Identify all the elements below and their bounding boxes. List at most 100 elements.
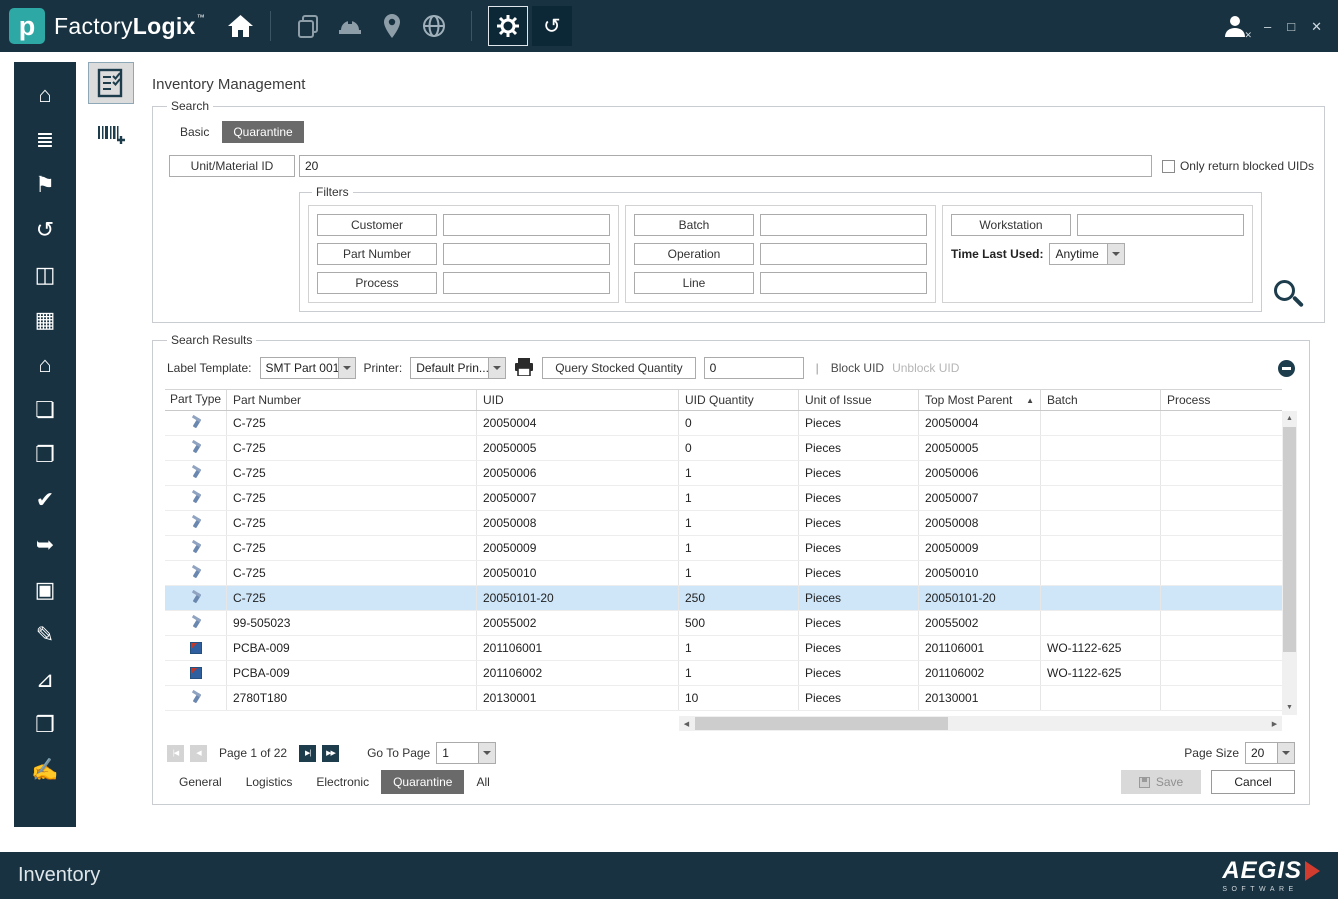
sidebar-item-home[interactable]: ⌂: [14, 72, 76, 117]
globe-icon[interactable]: [413, 5, 455, 47]
minimize-button[interactable]: –: [1264, 20, 1271, 33]
tab-basic[interactable]: Basic: [169, 121, 220, 143]
sidebar-item-documents[interactable]: ❏: [14, 387, 76, 432]
workstation-filter-button[interactable]: Workstation: [951, 214, 1071, 236]
label-template-select[interactable]: SMT Part 001: [260, 357, 356, 379]
scroll-left-icon[interactable]: ◀: [679, 716, 694, 731]
unblock-uid-button[interactable]: Unblock UID: [892, 361, 959, 375]
sidebar-item-workstations[interactable]: ◫: [14, 252, 76, 297]
page-size-select[interactable]: 20: [1245, 742, 1295, 764]
next-page-button[interactable]: ▶|: [299, 745, 316, 762]
column-header-uid-quantity[interactable]: UID Quantity: [679, 390, 799, 410]
column-header-process[interactable]: Process: [1161, 390, 1282, 410]
workstation-filter-input[interactable]: [1077, 214, 1244, 236]
tab-all[interactable]: All: [464, 770, 501, 794]
sidebar-item-data-query[interactable]: ▦: [14, 297, 76, 342]
close-button[interactable]: ✕: [1311, 20, 1322, 33]
save-button[interactable]: Save: [1121, 770, 1201, 794]
vertical-scrollbar[interactable]: ▲ ▼: [1282, 411, 1297, 715]
sidebar-item-copy[interactable]: ❐: [14, 432, 76, 477]
sidebar-item-production[interactable]: ↺: [14, 207, 76, 252]
only-blocked-checkbox[interactable]: Only return blocked UIDs: [1162, 159, 1314, 173]
last-page-button[interactable]: ▶▶: [322, 745, 339, 762]
column-header-top-most-parent[interactable]: Top Most Parent▲: [919, 390, 1041, 410]
scroll-up-icon[interactable]: ▲: [1282, 411, 1297, 426]
line-filter-button[interactable]: Line: [634, 272, 754, 294]
part-number-filter-input[interactable]: [443, 243, 610, 265]
tab-general[interactable]: General: [167, 770, 234, 794]
horizontal-scrollbar[interactable]: ◀ ▶: [679, 716, 1282, 731]
inventory-list-icon[interactable]: [88, 62, 134, 104]
table-row[interactable]: C-725 20050101-20 250 Pieces 20050101-20: [165, 586, 1282, 611]
user-logout-icon[interactable]: ✕: [1222, 13, 1248, 39]
maximize-button[interactable]: □: [1287, 20, 1295, 33]
column-header-part-type[interactable]: Part Type: [165, 390, 227, 410]
table-row[interactable]: C-725 20050008 1 Pieces 20050008: [165, 511, 1282, 536]
sidebar-item-edit-docs[interactable]: ✎: [14, 612, 76, 657]
column-header-uid[interactable]: UID: [477, 390, 679, 410]
table-row[interactable]: 2780T180 20130001 10 Pieces 20130001: [165, 686, 1282, 711]
chevron-down-icon[interactable]: [1107, 244, 1124, 264]
table-row[interactable]: 99-505023 20055002 500 Pieces 20055002: [165, 611, 1282, 636]
table-row[interactable]: PCBA-009 201106002 1 Pieces 201106002 WO…: [165, 661, 1282, 686]
unit-material-id-input[interactable]: [299, 155, 1152, 177]
sidebar-item-planning[interactable]: ⚑: [14, 162, 76, 207]
operation-filter-input[interactable]: [760, 243, 927, 265]
stocked-quantity-input[interactable]: [704, 357, 804, 379]
previous-page-button[interactable]: ◀: [190, 745, 207, 762]
column-header-part-number[interactable]: Part Number: [227, 390, 477, 410]
history-restore-icon[interactable]: ↺: [532, 6, 572, 46]
sidebar-item-records[interactable]: ▣: [14, 567, 76, 612]
vertical-scroll-thumb[interactable]: [1283, 427, 1296, 652]
home-icon[interactable]: [227, 14, 254, 38]
chevron-down-icon[interactable]: [1277, 743, 1294, 763]
barcode-add-icon[interactable]: [88, 114, 134, 156]
table-row[interactable]: C-725 20050010 1 Pieces 20050010: [165, 561, 1282, 586]
printer-select[interactable]: Default Prin...: [410, 357, 506, 379]
process-filter-input[interactable]: [443, 272, 610, 294]
tab-logistics[interactable]: Logistics: [234, 770, 305, 794]
block-uid-button[interactable]: Block UID: [831, 361, 884, 375]
table-row[interactable]: PCBA-009 201106001 1 Pieces 201106001 WO…: [165, 636, 1282, 661]
scroll-right-icon[interactable]: ▶: [1267, 716, 1282, 731]
sidebar-item-user-tasks[interactable]: ✍: [14, 747, 76, 792]
table-row[interactable]: C-725 20050004 0 Pieces 20050004: [165, 411, 1282, 436]
process-filter-button[interactable]: Process: [317, 272, 437, 294]
customer-filter-input[interactable]: [443, 214, 610, 236]
sidebar-item-quality[interactable]: ✔: [14, 477, 76, 522]
table-row[interactable]: C-725 20050009 1 Pieces 20050009: [165, 536, 1282, 561]
cancel-button[interactable]: Cancel: [1211, 770, 1295, 794]
column-header-batch[interactable]: Batch: [1041, 390, 1161, 410]
tab-quarantine[interactable]: Quarantine: [222, 121, 303, 143]
chevron-down-icon[interactable]: [478, 743, 495, 763]
search-button[interactable]: [1274, 272, 1310, 308]
minus-circle-icon[interactable]: [1278, 360, 1295, 377]
time-last-used-select[interactable]: Anytime: [1049, 243, 1125, 265]
sidebar-item-transfer[interactable]: ➥: [14, 522, 76, 567]
customer-filter-button[interactable]: Customer: [317, 214, 437, 236]
sidebar-item-materials[interactable]: ≣: [14, 117, 76, 162]
first-page-button[interactable]: |◀: [167, 745, 184, 762]
column-header-unit-of-issue[interactable]: Unit of Issue: [799, 390, 919, 410]
batch-filter-button[interactable]: Batch: [634, 214, 754, 236]
goto-page-select[interactable]: 1: [436, 742, 496, 764]
table-row[interactable]: C-725 20050007 1 Pieces 20050007: [165, 486, 1282, 511]
part-number-filter-button[interactable]: Part Number: [317, 243, 437, 265]
tab-electronic[interactable]: Electronic: [304, 770, 381, 794]
documents-copy-icon[interactable]: [287, 5, 329, 47]
batch-filter-input[interactable]: [760, 214, 927, 236]
table-row[interactable]: C-725 20050005 0 Pieces 20050005: [165, 436, 1282, 461]
sidebar-item-design[interactable]: ⊿: [14, 657, 76, 702]
tab-quarantine-bottom[interactable]: Quarantine: [381, 770, 464, 794]
sidebar-item-warehouse[interactable]: ⌂: [14, 342, 76, 387]
line-filter-input[interactable]: [760, 272, 927, 294]
checkbox-box-icon[interactable]: [1162, 160, 1175, 173]
operation-filter-button[interactable]: Operation: [634, 243, 754, 265]
scroll-down-icon[interactable]: ▼: [1282, 700, 1297, 715]
chevron-down-icon[interactable]: [488, 358, 505, 378]
builder-hat-icon[interactable]: [329, 5, 371, 47]
table-row[interactable]: C-725 20050006 1 Pieces 20050006: [165, 461, 1282, 486]
chevron-down-icon[interactable]: [338, 358, 355, 378]
location-pin-icon[interactable]: [371, 5, 413, 47]
settings-gear-icon[interactable]: [488, 6, 528, 46]
